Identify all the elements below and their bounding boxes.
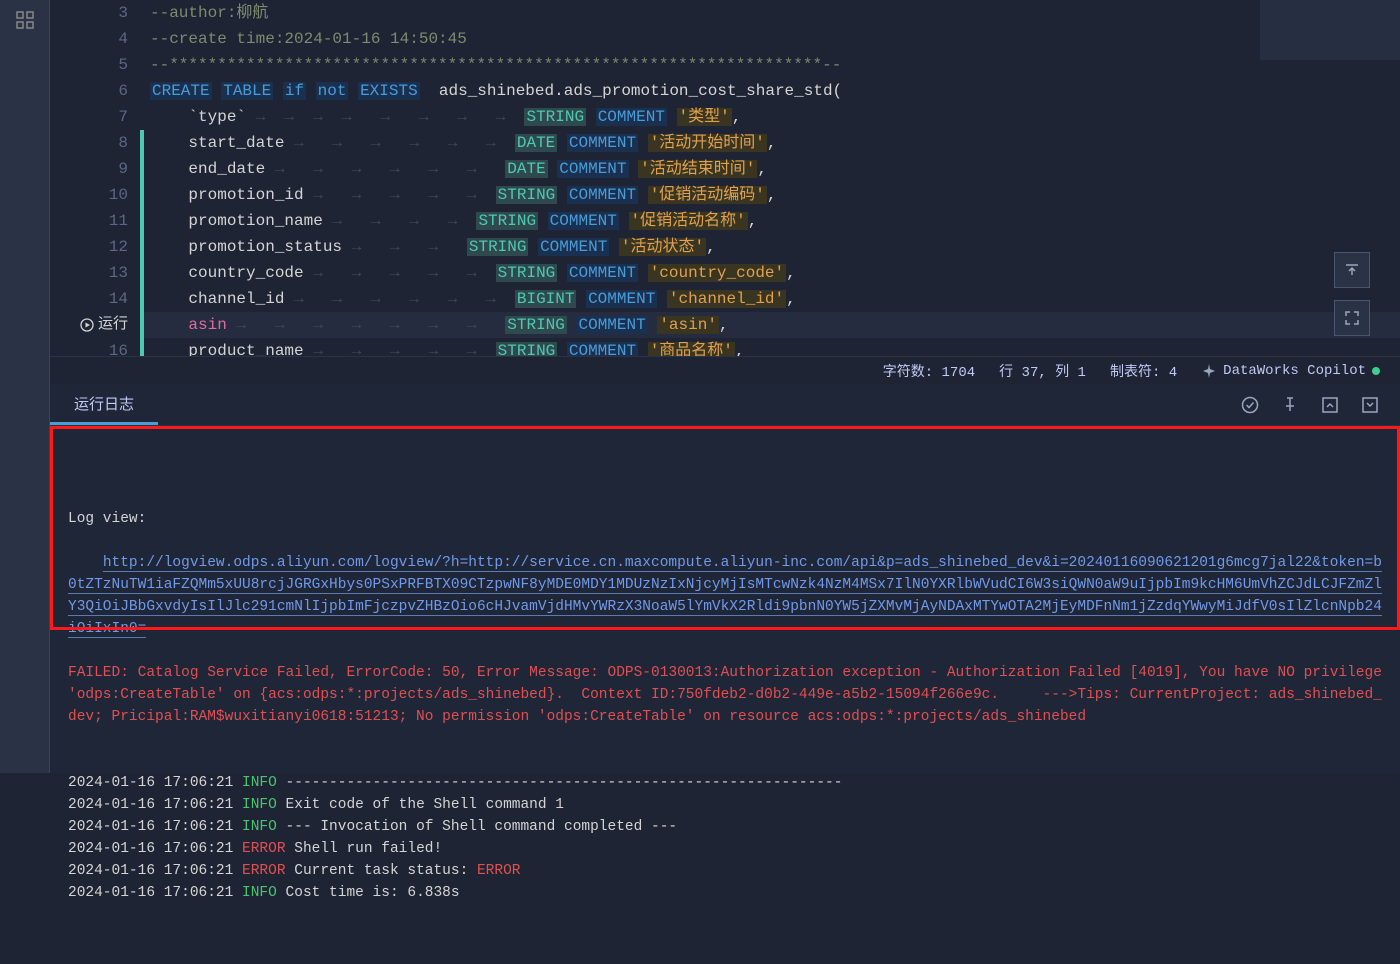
log-tabs: 运行日志 [50, 384, 1400, 426]
log-line: 2024-01-16 17:06:21 INFO Exit code of th… [68, 794, 1382, 816]
line-number: 3 [50, 0, 140, 26]
collapse-down-icon[interactable] [1360, 395, 1380, 415]
copilot-indicator[interactable]: DataWorks Copilot [1201, 363, 1380, 379]
activity-bar [0, 0, 50, 773]
log-line: 2024-01-16 17:06:21 INFO Cost time is: 6… [68, 882, 1382, 904]
cursor-position: 行 37, 列 1 [999, 361, 1086, 381]
line-number: 运行 [50, 312, 140, 338]
diff-marker [140, 130, 144, 390]
pin-icon[interactable] [1280, 395, 1300, 415]
code-line: promotion_name → → → → STRING COMMENT '促… [140, 208, 1400, 234]
line-number: 6 [50, 78, 140, 104]
code-line: promotion_status → → → STRING COMMENT '活… [140, 234, 1400, 260]
line-number: 8 [50, 130, 140, 156]
code-line: --author:柳航 [140, 0, 1400, 26]
log-line: 2024-01-16 17:06:21 ERROR Current task s… [68, 860, 1382, 882]
log-error-message: FAILED: Catalog Service Failed, ErrorCod… [68, 662, 1382, 728]
line-number: 4 [50, 26, 140, 52]
code-line: asin → → → → → → → STRING COMMENT 'asin'… [140, 312, 1400, 338]
line-number: 13 [50, 260, 140, 286]
code-line: --**************************************… [140, 52, 1400, 78]
scroll-to-top-button[interactable] [1334, 252, 1370, 288]
sparkle-icon [1201, 363, 1217, 379]
line-number: 10 [50, 182, 140, 208]
code-line: country_code → → → → → STRING COMMENT 'c… [140, 260, 1400, 286]
log-line: 2024-01-16 17:06:21 INFO --- Invocation … [68, 816, 1382, 838]
tabstop-size: 制表符: 4 [1110, 361, 1177, 381]
grid-icon[interactable] [0, 0, 50, 40]
line-number: 12 [50, 234, 140, 260]
char-count: 字符数: 1704 [883, 361, 975, 381]
collapse-up-icon[interactable] [1320, 395, 1340, 415]
log-content[interactable]: Log view: http://logview.odps.aliyun.com… [50, 426, 1400, 964]
log-view-label: Log view: [68, 508, 1382, 530]
code-line: `type` → → → → → → → → STRING COMMENT '类… [140, 104, 1400, 130]
code-line: promotion_id → → → → → STRING COMMENT '促… [140, 182, 1400, 208]
code-line: start_date → → → → → → DATE COMMENT '活动开… [140, 130, 1400, 156]
log-panel: 运行日志 Log view: http://logview.odps.aliyu… [50, 384, 1400, 773]
code-line: CREATE TABLE if not EXISTS ads_shinebed.… [140, 78, 1400, 104]
minimap[interactable] [1260, 0, 1400, 200]
log-view-link[interactable]: http://logview.odps.aliyun.com/logview/?… [68, 555, 1382, 638]
log-line: 2024-01-16 17:06:21 ERROR Shell run fail… [68, 838, 1382, 860]
code-area[interactable]: --author:柳航--create time:2024-01-16 14:5… [140, 0, 1400, 356]
code-editor[interactable]: 34567891011121314 运行16 --author:柳航--crea… [50, 0, 1400, 356]
log-line: 2024-01-16 17:06:21 INFO ---------------… [68, 772, 1382, 794]
code-line: channel_id → → → → → → BIGINT COMMENT 'c… [140, 286, 1400, 312]
line-number: 9 [50, 156, 140, 182]
line-gutter: 34567891011121314 运行16 [50, 0, 140, 356]
code-line: end_date → → → → → → DATE COMMENT '活动结束时… [140, 156, 1400, 182]
line-number: 11 [50, 208, 140, 234]
line-number: 14 [50, 286, 140, 312]
tab-run-log[interactable]: 运行日志 [50, 384, 158, 425]
fullscreen-button[interactable] [1334, 300, 1370, 336]
line-number: 5 [50, 52, 140, 78]
code-line: --create time:2024-01-16 14:50:45 [140, 26, 1400, 52]
line-number: 7 [50, 104, 140, 130]
check-circle-icon[interactable] [1240, 395, 1260, 415]
status-dot-icon [1372, 367, 1380, 375]
status-bar: 字符数: 1704 行 37, 列 1 制表符: 4 DataWorks Cop… [50, 356, 1400, 384]
